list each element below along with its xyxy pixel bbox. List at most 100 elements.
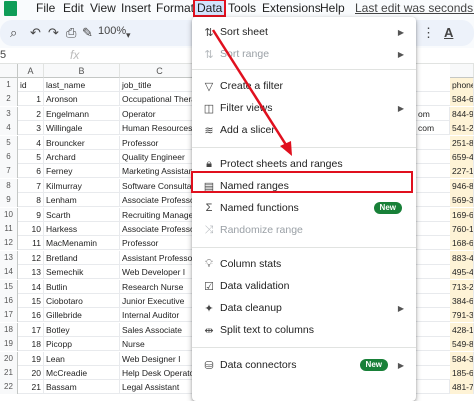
row-number[interactable]: 9 <box>0 193 18 208</box>
row-number[interactable]: 8 <box>0 178 18 193</box>
cell-phone[interactable]: 946-8 <box>450 178 474 193</box>
cell-id[interactable]: 15 <box>18 294 44 308</box>
cell-id[interactable]: 13 <box>18 265 44 280</box>
cell-id[interactable]: 5 <box>18 150 44 164</box>
cell-phone[interactable]: 168-6 <box>450 236 474 251</box>
cell-last-name[interactable]: McCreadie <box>44 366 120 380</box>
cell-last-name[interactable]: Harkess <box>44 222 120 236</box>
cell-phone[interactable]: 495-4 <box>450 265 474 280</box>
cell-job-title[interactable]: Professor <box>120 135 200 150</box>
cell-phone[interactable]: 844-9 <box>450 106 474 121</box>
row-number[interactable]: 14 <box>0 265 18 280</box>
cell-job-title[interactable]: Nurse <box>120 337 200 352</box>
cell-phone[interactable]: 713-2 <box>450 279 474 294</box>
row-number[interactable]: 17 <box>0 308 18 323</box>
menu-item-named-functions[interactable]: Σ Named functions New <box>192 197 416 219</box>
select-all-corner[interactable] <box>0 64 18 78</box>
redo-icon[interactable]: ↷ <box>48 25 59 41</box>
cell-id[interactable]: 1 <box>18 92 44 107</box>
row-number[interactable]: 7 <box>0 164 18 179</box>
cell-phone[interactable]: 251-8 <box>450 135 474 150</box>
menu-item-data-connectors[interactable]: ⛁ Data connectors New ▶ <box>192 354 416 376</box>
cell-id[interactable]: 4 <box>18 135 44 150</box>
column-header-b[interactable]: B <box>44 64 120 78</box>
cell-last-name[interactable]: Brouncker <box>44 135 120 150</box>
menu-item-filter-views[interactable]: ◫ Filter views ▶ <box>192 97 416 119</box>
cell-job-title[interactable]: Human Resources A <box>120 121 200 136</box>
menu-item-data-validation[interactable]: ☑ Data validation <box>192 275 416 297</box>
cell-phone[interactable]: 481-7 <box>450 380 474 395</box>
cell-job-title[interactable]: Software Consultant <box>120 178 200 193</box>
cell-job-title[interactable]: Quality Engineer <box>120 150 200 164</box>
cell-phone[interactable]: 169-6 <box>450 207 474 222</box>
cell-id[interactable]: 11 <box>18 236 44 251</box>
cell-id[interactable]: 12 <box>18 250 44 265</box>
cell-phone[interactable]: 584-6 <box>450 92 474 107</box>
cell-last-name[interactable]: last_name <box>44 78 120 92</box>
cell-phone[interactable]: 549-8 <box>450 337 474 352</box>
menu-tools[interactable]: Tools <box>228 1 256 15</box>
row-number[interactable]: 15 <box>0 279 18 294</box>
row-number[interactable]: 22 <box>0 380 18 395</box>
cell-last-name[interactable]: Bretland <box>44 250 120 265</box>
cell-last-name[interactable]: Gillebride <box>44 308 120 323</box>
paint-format-icon[interactable]: ✎ <box>82 25 93 41</box>
cell-phone[interactable]: 791-3 <box>450 308 474 323</box>
menu-data[interactable]: Data <box>193 0 227 17</box>
row-number[interactable]: 21 <box>0 366 18 380</box>
cell-job-title[interactable]: Associate Professor <box>120 222 200 236</box>
column-header-phone[interactable] <box>450 64 474 78</box>
cell-last-name[interactable]: Lenham <box>44 193 120 208</box>
cell-job-title[interactable]: Sales Associate <box>120 322 200 337</box>
cell-last-name[interactable]: Ciobotaro <box>44 294 120 308</box>
cell-last-name[interactable]: MacMenamin <box>44 236 120 251</box>
menu-format[interactable]: Format <box>156 1 194 15</box>
search-icon[interactable]: ⌕ <box>10 25 17 41</box>
row-number[interactable]: 13 <box>0 250 18 265</box>
cell-id[interactable]: 16 <box>18 308 44 323</box>
column-header-a[interactable]: A <box>18 64 44 78</box>
cell-job-title[interactable]: Legal Assistant <box>120 380 200 395</box>
cell-last-name[interactable]: Engelmann <box>44 106 120 121</box>
menu-view[interactable]: View <box>90 1 116 15</box>
row-number[interactable]: 10 <box>0 207 18 222</box>
menu-item-add-slicer[interactable]: ≋ Add a slicer <box>192 119 416 141</box>
cell-last-name[interactable]: Kilmurray <box>44 178 120 193</box>
cell-job-title[interactable]: job_title <box>120 78 200 92</box>
row-number[interactable]: 19 <box>0 337 18 352</box>
cell-job-title[interactable]: Recruiting Manager <box>120 207 200 222</box>
sheets-logo-icon[interactable] <box>4 1 17 16</box>
row-number[interactable]: 12 <box>0 236 18 251</box>
row-number[interactable]: 4 <box>0 121 18 136</box>
cell-job-title[interactable]: Occupational Therap <box>120 92 200 107</box>
cell-last-name[interactable]: Willingale <box>44 121 120 136</box>
last-edit-link[interactable]: Last edit was seconds ago <box>355 1 474 15</box>
zoom-select[interactable]: 100% <box>98 25 126 37</box>
menu-help[interactable]: Help <box>320 1 345 15</box>
font-color-icon[interactable]: A <box>444 25 453 40</box>
cell-job-title[interactable]: Internal Auditor <box>120 308 200 323</box>
cell-phone[interactable]: 584-3 <box>450 351 474 366</box>
cell-last-name[interactable]: Botley <box>44 322 120 337</box>
cell-phone[interactable]: 569-3 <box>450 193 474 208</box>
cell-phone[interactable]: 659-4 <box>450 150 474 164</box>
cell-phone[interactable]: 541-2 <box>450 121 474 136</box>
column-header-c[interactable]: C <box>120 64 200 78</box>
menu-extensions[interactable]: Extensions <box>262 1 321 15</box>
menu-item-sort-range[interactable]: ⇅ Sort range ▶ <box>192 43 416 65</box>
cell-id[interactable]: 19 <box>18 351 44 366</box>
cell-phone[interactable]: 760-1 <box>450 222 474 236</box>
cell-phone[interactable]: 883-4 <box>450 250 474 265</box>
cell-job-title[interactable]: Research Nurse <box>120 279 200 294</box>
cell-job-title[interactable]: Help Desk Operator <box>120 366 200 380</box>
cell-job-title[interactable]: Associate Professor <box>120 193 200 208</box>
menu-item-data-cleanup[interactable]: ✦ Data cleanup ▶ <box>192 297 416 319</box>
menu-item-create-filter[interactable]: ▽ Create a filter <box>192 75 416 97</box>
menu-item-column-stats[interactable]: 💡︎ Column stats <box>192 253 416 275</box>
cell-phone[interactable]: 384-6 <box>450 294 474 308</box>
cell-last-name[interactable]: Archard <box>44 150 120 164</box>
cell-id[interactable]: 9 <box>18 207 44 222</box>
undo-icon[interactable]: ↶ <box>30 25 41 41</box>
cell-id[interactable]: 3 <box>18 121 44 136</box>
cell-email[interactable]: om <box>416 106 450 121</box>
